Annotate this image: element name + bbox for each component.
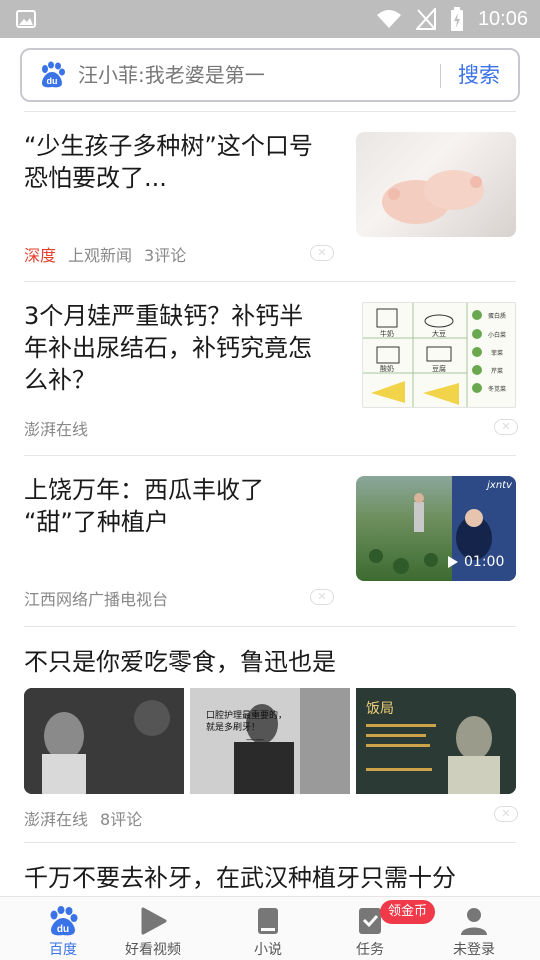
status-time: 10:06 — [477, 7, 528, 30]
source-label: 澎湃在线 — [24, 810, 89, 829]
nav-label: 未登录 — [453, 942, 495, 958]
news-title: 上饶万年：西瓜丰收了 “甜”了种植户 — [24, 474, 344, 538]
dismiss-icon[interactable]: ✕ — [310, 245, 334, 261]
bottom-nav: du 百度 好看视频 小说 任务 未登录 — [0, 896, 540, 960]
play-icon — [141, 907, 167, 935]
channel-logo: jxntv — [487, 480, 512, 491]
caption-line: 口腔护理最重要的， — [206, 711, 288, 721]
chart-label: 酸奶 — [380, 364, 394, 373]
image-notification-icon — [16, 10, 36, 28]
title-line: 上饶万年：西瓜丰收了 — [24, 476, 264, 504]
wifi-icon — [376, 10, 401, 28]
news-image: 饭局 — [356, 688, 516, 794]
news-item[interactable]: 3个月娃严重缺钙？补钙半 年补出尿结石，补钙究竟怎 么补？ 澎湃在线 ✕ 牛奶 … — [24, 300, 518, 450]
luxun-portrait-image — [24, 688, 184, 794]
book-icon — [258, 908, 278, 934]
chart-label: 芹菜 — [491, 367, 503, 375]
source-label: 澎湃在线 — [24, 420, 89, 439]
image-caption: 口腔护理最重要的， 就是多刷牙！ —— — [206, 710, 287, 746]
chart-label: 豆腐 — [432, 364, 446, 373]
title-line: 么补？ — [24, 366, 96, 394]
comment-count: 3评论 — [144, 246, 187, 265]
reward-badge[interactable]: 领金币 — [380, 900, 436, 924]
title-line: “少生孩子多种树”这个口号 — [24, 132, 313, 160]
baidu-logo-icon: du — [42, 61, 65, 88]
play-icon — [448, 556, 458, 568]
news-title: 3个月娃严重缺钙？补钙半 年补出尿结石，补钙究竟怎 么补？ — [24, 300, 344, 396]
source-label: 上观新闻 — [68, 246, 133, 265]
news-thumbnail: 牛奶 大豆 酸奶 豆腐 蛋白质 小白菜 菲菜 芹菜 冬苋菜 — [362, 302, 516, 408]
news-meta: 江西网络广播电视台 — [24, 586, 168, 610]
tag-label: 深度 — [24, 246, 57, 265]
news-title: 千万不要去补牙，在武汉种植牙只需十分 — [24, 864, 456, 892]
video-duration: 01:00 — [448, 554, 504, 570]
chart-label: 小白菜 — [488, 331, 506, 339]
news-item[interactable]: 千万不要去补牙，在武汉种植牙只需十分 — [24, 862, 516, 896]
svg-text:du: du — [47, 76, 58, 86]
dismiss-icon[interactable]: ✕ — [494, 419, 518, 435]
caption-line: —— — [246, 735, 264, 745]
news-thumbnail — [356, 132, 516, 237]
nav-login[interactable]: 未登录 — [420, 897, 528, 960]
news-meta: 澎湃在线 — [24, 416, 88, 440]
dismiss-icon[interactable]: ✕ — [310, 589, 334, 605]
nav-label: 小说 — [254, 942, 282, 958]
search-box[interactable]: du 汪小菲:我老婆是第一 搜索 — [20, 48, 520, 102]
baby-feet-image — [382, 170, 484, 224]
news-image — [24, 688, 184, 794]
news-title: 不只是你爱吃零食，鲁迅也是 — [24, 646, 516, 678]
baidu-paw-icon: du — [50, 906, 78, 936]
news-item[interactable]: 不只是你爱吃零食，鲁迅也是 口腔护理最重要的， 就是多刷牙！ —— 饭局 澎湃在… — [24, 646, 518, 829]
search-button[interactable]: 搜索 — [458, 50, 500, 100]
title-line: 不只是你爱吃零食，鲁迅也是 — [24, 648, 336, 676]
divider — [24, 281, 516, 282]
source-label: 江西网络广播电视台 — [24, 590, 169, 609]
comment-count: 8评论 — [100, 810, 143, 829]
caption-line: 就是多刷牙！ — [206, 723, 261, 733]
divider — [24, 626, 516, 627]
news-meta: 深度 上观新闻 3评论 — [24, 242, 186, 266]
title-line: 3个月娃严重缺钙？补钙半 — [24, 302, 304, 330]
news-item[interactable]: 上饶万年：西瓜丰收了 “甜”了种植户 江西网络广播电视台 ✕ jxntv 01:… — [24, 474, 516, 624]
news-title: “少生孩子多种树”这个口号 恐怕要改了... — [24, 130, 344, 194]
chart-label: 蛋白质 — [488, 312, 506, 320]
calcium-food-chart-image: 牛奶 大豆 酸奶 豆腐 蛋白质 小白菜 菲菜 芹菜 冬苋菜 — [363, 303, 506, 407]
divider — [24, 111, 516, 112]
nav-haokan-video[interactable]: 好看视频 — [99, 897, 207, 960]
status-bar: 10:06 — [0, 0, 540, 38]
user-icon — [461, 908, 487, 935]
battery-charging-icon — [450, 7, 463, 31]
title-line: 年补出尿结石，补钙究竟怎 — [24, 334, 312, 362]
title-line: 恐怕要改了... — [24, 164, 167, 192]
video-thumbnail[interactable]: jxntv 01:00 — [356, 476, 516, 581]
duration-label: 01:00 — [464, 554, 505, 570]
no-signal-icon — [415, 8, 436, 30]
divider — [24, 455, 516, 456]
chart-label: 牛奶 — [380, 329, 394, 338]
search-divider — [440, 64, 441, 88]
nav-label: 好看视频 — [125, 942, 181, 958]
svg-text:du: du — [57, 924, 69, 935]
news-item[interactable]: “少生孩子多种树”这个口号 恐怕要改了... 深度 上观新闻 3评论 ✕ — [24, 130, 516, 280]
dismiss-icon[interactable]: ✕ — [494, 806, 518, 822]
title-line: “甜”了种植户 — [24, 508, 169, 536]
nav-label: 任务 — [356, 942, 384, 958]
news-meta: 澎湃在线 8评论 — [24, 806, 142, 830]
news-image: 口腔护理最重要的， 就是多刷牙！ —— — [190, 688, 350, 794]
chart-label: 冬苋菜 — [488, 385, 506, 393]
nav-novel[interactable]: 小说 — [214, 897, 322, 960]
chart-label: 菲菜 — [491, 349, 503, 357]
divider — [24, 842, 516, 843]
search-input[interactable]: 汪小菲:我老婆是第一 — [78, 50, 265, 100]
chart-label: 大豆 — [432, 329, 446, 338]
image-caption: 饭局 — [366, 701, 394, 717]
